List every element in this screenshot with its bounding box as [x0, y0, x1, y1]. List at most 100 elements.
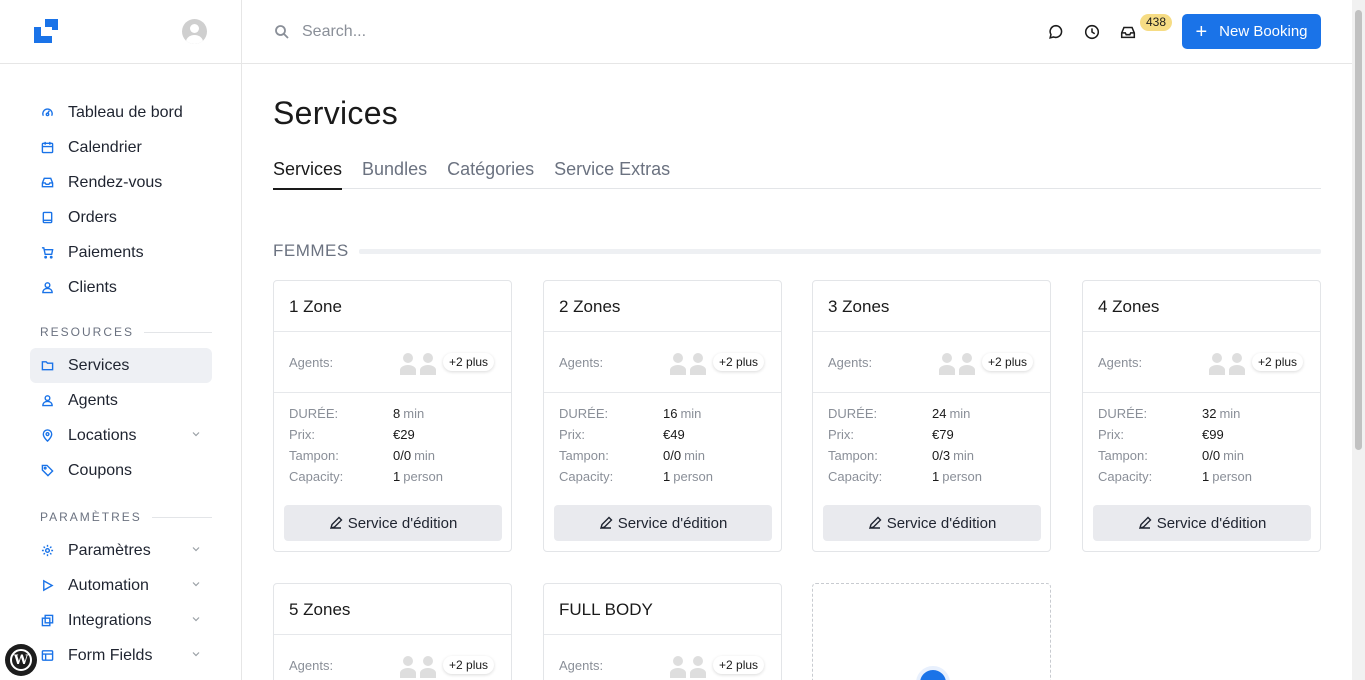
sidebar-item-automation[interactable]: Automation	[30, 568, 212, 603]
new-booking-label: New Booking	[1219, 23, 1308, 40]
edit-service-button[interactable]: Service d'édition	[554, 505, 772, 541]
tab-categories[interactable]: Catégories	[447, 159, 534, 189]
sidebar-item-dashboard[interactable]: Tableau de bord	[30, 95, 212, 130]
sidebar: Tableau de bord Calendrier Rendez-vous O…	[0, 0, 242, 680]
sidebar-item-payments[interactable]: Paiements	[30, 235, 212, 270]
add-service-card[interactable]	[812, 583, 1051, 680]
app-window: Tableau de bord Calendrier Rendez-vous O…	[0, 0, 1365, 680]
sidebar-item-calendar[interactable]: Calendrier	[30, 130, 212, 165]
add-icon[interactable]	[916, 666, 950, 680]
section-title: PARAMÈTRES	[40, 510, 142, 524]
capacity-value: 1	[393, 469, 401, 484]
sidebar-item-label: Calendrier	[68, 138, 142, 156]
chevron-down-icon[interactable]	[192, 615, 200, 623]
tabs: Services Bundles Catégories Service Extr…	[273, 159, 1321, 190]
edit-service-button[interactable]: Service d'édition	[284, 505, 502, 541]
tab-services[interactable]: Services	[273, 159, 343, 190]
duration-label: DURÉE:	[289, 406, 339, 421]
service-name: 2 Zones	[544, 281, 781, 332]
sidebar-item-label: Services	[68, 356, 130, 374]
edit-service-button[interactable]: Service d'édition	[823, 505, 1041, 541]
sidebar-item-services[interactable]: Services	[30, 348, 212, 383]
sidebar-item-orders[interactable]: Orders	[30, 200, 212, 235]
more-agents-badge: +2 plus	[713, 656, 765, 674]
price-label: Prix:	[559, 427, 585, 442]
chevron-down-icon[interactable]	[192, 430, 200, 438]
category-title: FEMMES	[273, 241, 349, 260]
scrollbar-thumb[interactable]	[1355, 10, 1362, 450]
sidebar-item-agents[interactable]: Agents	[30, 383, 212, 418]
sidebar-item-locations[interactable]: Locations	[30, 418, 212, 453]
agent-avatars[interactable]: +2 plus	[397, 349, 495, 377]
page-title: Services	[273, 95, 399, 131]
divider	[151, 516, 212, 518]
tab-service-extras[interactable]: Service Extras	[554, 159, 670, 189]
price-label: Prix:	[828, 427, 854, 442]
service-card: 3 Zones Agents: +2 plus DURÉE: 24 min Prix…	[812, 280, 1051, 552]
buffer-label: Tampon:	[559, 448, 609, 463]
user-avatar-icon[interactable]	[182, 19, 207, 44]
sidebar-item-coupons[interactable]: Coupons	[30, 453, 212, 488]
inbox-icon[interactable]	[1118, 22, 1138, 42]
service-card: 2 Zones Agents: +2 plus DURÉE: 16 min Prix…	[543, 280, 782, 552]
search-input[interactable]	[302, 20, 602, 44]
capacity-label: Capacity:	[559, 469, 614, 484]
agent-avatar-icon	[687, 349, 709, 377]
more-agents-badge: +2 plus	[1252, 353, 1304, 371]
edit-service-button[interactable]: Service d'édition	[1093, 505, 1311, 541]
sidebar-section-resources: RESOURCES	[30, 316, 212, 348]
play-icon	[40, 579, 54, 593]
agent-avatars[interactable]: +2 plus	[397, 652, 495, 680]
new-booking-button[interactable]: + New Booking	[1182, 14, 1321, 49]
agent-avatar-icon	[936, 349, 958, 377]
agent-avatar-icon	[397, 349, 419, 377]
service-details: DURÉE: 24 min Prix: €79 Tampon: 0/3 min Capac…	[813, 393, 1050, 490]
agent-avatar-icon	[417, 652, 439, 680]
agent-avatars[interactable]: +2 plus	[667, 349, 765, 377]
agent-avatar-icon	[667, 652, 689, 680]
service-details: DURÉE: 16 min Prix: €49 Tampon: 0/0 min Capac…	[544, 393, 781, 490]
duration-unit: min	[1219, 406, 1241, 421]
capacity-label: Capacity:	[828, 469, 883, 484]
clock-icon[interactable]	[1082, 22, 1102, 42]
capacity-value: 1	[663, 469, 671, 484]
sidebar-header	[0, 0, 241, 64]
logo[interactable]	[34, 19, 60, 45]
duration-value: 32	[1202, 406, 1217, 421]
capacity-unit: person	[942, 469, 982, 484]
chevron-down-icon[interactable]	[192, 545, 200, 553]
chat-icon[interactable]	[1046, 22, 1066, 42]
service-card: 1 Zone Agents: +2 plus DURÉE: 8 min Prix: €…	[273, 280, 512, 552]
tag-icon	[40, 464, 54, 478]
wordpress-icon[interactable]: W	[5, 644, 37, 676]
pencil-icon	[329, 516, 343, 530]
sidebar-item-appointments[interactable]: Rendez-vous	[30, 165, 212, 200]
duration-value: 24	[932, 406, 947, 421]
gear-icon	[40, 544, 54, 558]
agents-row: Agents: +2 plus	[1083, 332, 1320, 393]
more-agents-badge: +2 plus	[443, 353, 495, 371]
sidebar-item-form-fields[interactable]: Form Fields	[30, 638, 212, 673]
chevron-down-icon[interactable]	[192, 580, 200, 588]
tab-bundles[interactable]: Bundles	[362, 159, 427, 189]
sidebar-item-integrations[interactable]: Integrations	[30, 603, 212, 638]
scrollbar[interactable]	[1352, 0, 1365, 680]
chevron-down-icon[interactable]	[192, 650, 200, 658]
agents-label: Agents:	[289, 658, 334, 673]
more-agents-badge: +2 plus	[713, 353, 765, 371]
sidebar-item-clients[interactable]: Clients	[30, 270, 212, 305]
sidebar-item-settings[interactable]: Paramètres	[30, 533, 212, 568]
sidebar-main-nav: Tableau de bord Calendrier Rendez-vous O…	[30, 95, 212, 673]
sidebar-item-label: Paramètres	[68, 541, 151, 559]
agent-avatars[interactable]: +2 plus	[667, 652, 765, 680]
capacity-unit: person	[403, 469, 443, 484]
agent-avatars[interactable]: +2 plus	[1206, 349, 1304, 377]
agent-avatar-icon	[1206, 349, 1228, 377]
more-agents-badge: +2 plus	[982, 353, 1034, 371]
agent-avatars[interactable]: +2 plus	[936, 349, 1034, 377]
price-value: €99	[1202, 427, 1224, 442]
sidebar-item-label: Locations	[68, 426, 137, 444]
agents-row: Agents: +2 plus	[274, 332, 511, 393]
user-icon	[40, 281, 54, 295]
edit-service-label: Service d'édition	[886, 514, 997, 532]
